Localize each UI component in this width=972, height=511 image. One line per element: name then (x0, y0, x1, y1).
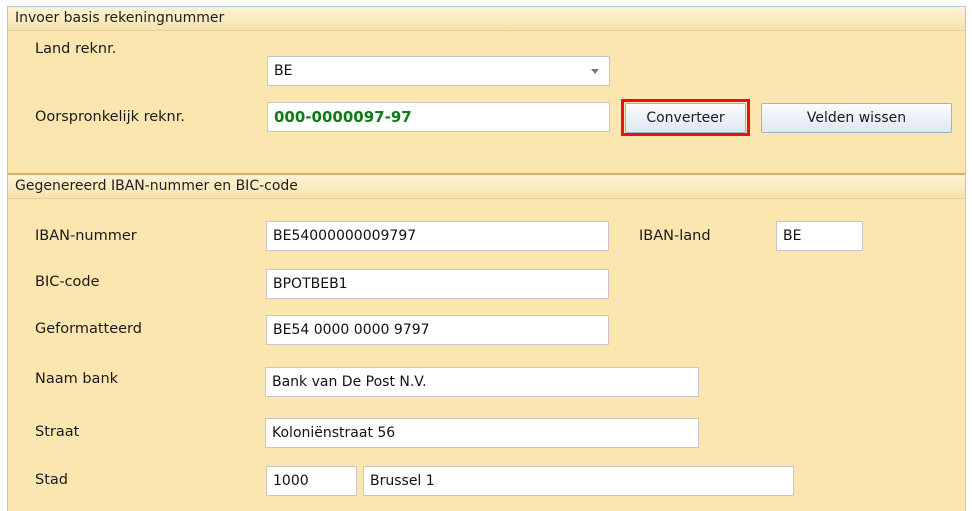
iban-converter-panel: Invoer basis rekeningnummer Land reknr. … (7, 6, 966, 511)
bank-name-label: Naam bank (35, 371, 119, 387)
formatted-label: Geformatteerd (35, 321, 142, 337)
chevron-down-icon[interactable] (591, 69, 599, 74)
original-account-input[interactable]: 000-0000097-97 (267, 102, 610, 132)
iban-country-field[interactable]: BE (776, 221, 863, 251)
formatted-iban-field[interactable]: BE54 0000 0000 9797 (266, 315, 609, 345)
output-section-header: Gegenereerd IBAN-nummer en BIC-code (8, 175, 965, 199)
bank-name-field[interactable]: Bank van De Post N.V. (265, 367, 699, 397)
iban-number-field[interactable]: BE54000000009797 (266, 221, 609, 251)
bic-code-label: BIC-code (35, 274, 100, 290)
country-select-value: BE (274, 63, 293, 79)
iban-country-label: IBAN-land (639, 228, 711, 244)
street-field[interactable]: Koloniënstraat 56 (265, 418, 699, 448)
country-label: Land reknr. (35, 41, 117, 57)
bic-code-field[interactable]: BPOTBEB1 (266, 269, 609, 299)
iban-number-label: IBAN-nummer (35, 228, 137, 244)
street-label: Straat (35, 424, 80, 440)
input-section-header: Invoer basis rekeningnummer (8, 7, 965, 31)
country-select[interactable]: BE (267, 56, 610, 86)
original-account-label: Oorspronkelijk reknr. (35, 109, 185, 125)
city-label: Stad (35, 472, 68, 488)
postal-code-field[interactable]: 1000 (266, 466, 357, 496)
convert-button[interactable]: Converteer (625, 103, 746, 133)
clear-fields-button[interactable]: Velden wissen (761, 103, 952, 133)
city-field[interactable]: Brussel 1 (363, 466, 794, 496)
